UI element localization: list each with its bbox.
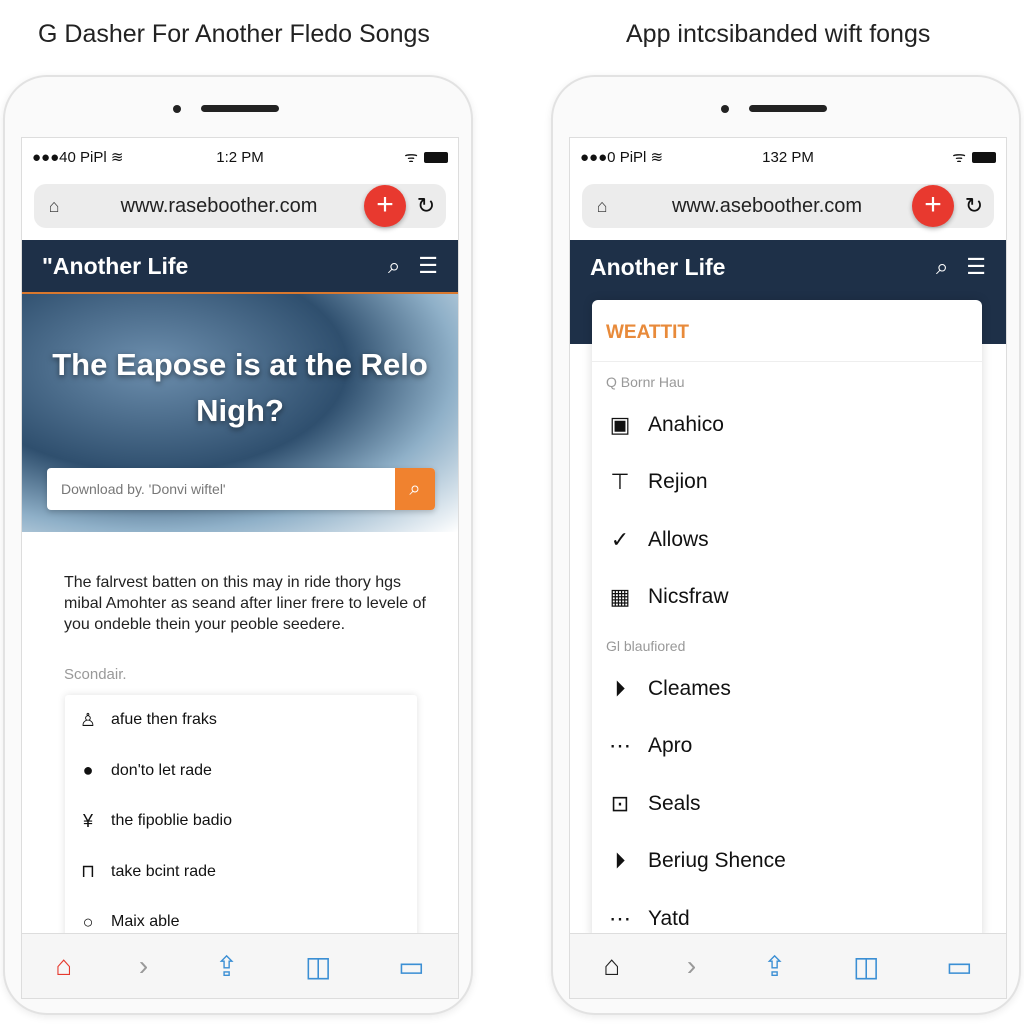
menu-icon[interactable]: ☰ [418, 253, 438, 279]
hero-title: The Eapose is at the Relo Nigh? [52, 347, 428, 428]
url-text[interactable]: www.aseboother.com [622, 195, 912, 218]
pin-icon: ● [82, 760, 94, 781]
search-icon[interactable]: ⌕ [936, 254, 948, 280]
add-button[interactable]: + [364, 185, 406, 227]
list-item[interactable]: ● don'to let rade [65, 746, 417, 797]
user-icon: ♙ [79, 709, 97, 730]
home-icon[interactable]: ⌂ [603, 950, 620, 982]
forward-icon[interactable]: › [139, 950, 148, 982]
menu-item[interactable]: ⏵ Beriug Shence [592, 833, 982, 891]
site-header: "Another Life ⌕ ☰ [22, 240, 458, 292]
reload-icon[interactable]: ↻ [406, 193, 446, 219]
url-text[interactable]: www.raseboother.com [74, 195, 364, 218]
antenna-icon: ¥ [82, 810, 93, 831]
add-button[interactable]: + [912, 185, 954, 227]
search-input[interactable]: Download by. 'Donvi wiftel' ⌕ [47, 468, 435, 510]
more-circle-icon: ⋯ [609, 905, 631, 931]
bookmarks-icon[interactable]: ◫ [853, 950, 879, 983]
tabs-icon[interactable]: ▭ [946, 950, 972, 983]
more-circle-icon: ⋯ [609, 733, 631, 759]
check-circle-icon: ✓ [610, 526, 630, 552]
home-icon[interactable]: ⌂ [55, 950, 72, 982]
circle-icon: ○ [82, 911, 94, 932]
speaker [201, 105, 279, 112]
item-label: afue then fraks [111, 711, 217, 729]
forward-icon[interactable]: › [687, 950, 696, 982]
menu-item[interactable]: ▣ Anahico [592, 396, 982, 454]
app-icon: ▣ [609, 411, 631, 437]
menu-item[interactable]: ▦ Nicsfraw [592, 569, 982, 627]
tabs-icon[interactable]: ▭ [398, 950, 424, 983]
clock: 132 PM [762, 148, 814, 166]
address-bar[interactable]: ⌂ www.aseboother.com + ↻ [582, 184, 994, 228]
site-title[interactable]: Another Life [590, 254, 725, 281]
share-icon[interactable]: ⇪ [215, 950, 238, 983]
home-icon[interactable]: ⌂ [582, 196, 622, 217]
browser-toolbar: ⌂ › ⇪ ◫ ▭ [22, 933, 458, 998]
right-screen: ●●●0 PiPl ≋ 132 PM ᯤ ⌂ www.aseboother.co… [569, 137, 1007, 999]
item-label: Allows [648, 527, 709, 551]
menu-item[interactable]: ⊤ Rejion [592, 454, 982, 512]
image-icon: ▦ [609, 584, 631, 610]
play-icon: ⏵ [614, 675, 626, 701]
left-screen: ●●●40 PiPl ≋ 1:2 PM ᯤ ⌂ www.raseboother.… [21, 137, 459, 999]
item-label: Yatd [648, 906, 690, 930]
play-icon: ⏵ [614, 848, 626, 874]
menu-item[interactable]: ✓ Allows [592, 511, 982, 569]
clock: 1:2 PM [216, 148, 264, 166]
bracket-icon: ⊡ [610, 790, 630, 816]
menu-item[interactable]: ⊡ Seals [592, 775, 982, 833]
right-caption: App intcsibanded wift fongs [626, 20, 931, 48]
item-label: Maix able [111, 913, 180, 931]
table-icon: ⊤ [610, 469, 630, 495]
bookmarks-icon[interactable]: ◫ [305, 950, 331, 983]
menu-icon[interactable]: ☰ [966, 254, 986, 280]
item-label: don'to let rade [111, 761, 212, 779]
item-label: the fipoblie badio [111, 812, 232, 830]
item-label: Apro [648, 734, 693, 758]
item-label: Cleames [648, 676, 731, 700]
left-phone: ●●●40 PiPl ≋ 1:2 PM ᯤ ⌂ www.raseboother.… [3, 75, 473, 1015]
left-caption: G Dasher For Another Fledo Songs [38, 20, 430, 48]
speaker [749, 105, 827, 112]
right-phone: ●●●0 PiPl ≋ 132 PM ᯤ ⌂ www.aseboother.co… [551, 75, 1021, 1015]
list-item[interactable]: ♙ afue then fraks [65, 695, 417, 746]
description: The falrvest batten on this may in ride … [64, 574, 426, 633]
menu-item[interactable]: ⏵ Cleames [592, 660, 982, 718]
item-label: Anahico [648, 412, 724, 436]
list-item[interactable]: ¥ the fipoblie badio [65, 796, 417, 847]
share-icon[interactable]: ⇪ [763, 950, 786, 983]
reload-icon[interactable]: ↻ [954, 193, 994, 219]
item-label: take bcint rade [111, 862, 216, 880]
options-list: ♙ afue then fraks ● don'to let rade ¥ the f… [65, 695, 417, 955]
address-bar[interactable]: ⌂ www.raseboother.com + ↻ [34, 184, 446, 228]
site-title[interactable]: "Another Life [42, 253, 188, 280]
search-icon[interactable]: ⌕ [388, 253, 400, 279]
camera [173, 105, 181, 113]
menu-item[interactable]: ⋯ Apro [592, 718, 982, 776]
home-icon[interactable]: ⌂ [34, 196, 74, 217]
status-bar: ●●●40 PiPl ≋ 1:2 PM ᯤ [32, 146, 448, 168]
item-label: Seals [648, 791, 701, 815]
search-placeholder[interactable]: Download by. 'Donvi wiftel' [47, 481, 395, 497]
browser-toolbar: ⌂ › ⇪ ◫ ▭ [570, 933, 1006, 998]
item-label: Rejion [648, 470, 708, 494]
dropdown-menu: WEATTIT Q Bornr Hau ▣ Anahico ⊤ Rejion ✓ Al… [592, 300, 982, 940]
section-label: Q Bornr Hau [606, 374, 685, 390]
camera [721, 105, 729, 113]
item-label: Beriug Shence [648, 849, 786, 873]
hero-banner: The Eapose is at the Relo Nigh? Download… [22, 292, 458, 532]
status-bar: ●●●0 PiPl ≋ 132 PM ᯤ [580, 146, 996, 168]
stand-icon: ⊓ [80, 861, 96, 882]
section-label: Gl blaufiored [606, 638, 686, 654]
secondary-label: Scondair. [64, 666, 127, 683]
list-item[interactable]: ⊓ take bcint rade [65, 847, 417, 898]
item-label: Nicsfraw [648, 585, 729, 609]
menu-header: WEATTIT [592, 300, 982, 362]
search-button[interactable]: ⌕ [395, 468, 435, 510]
